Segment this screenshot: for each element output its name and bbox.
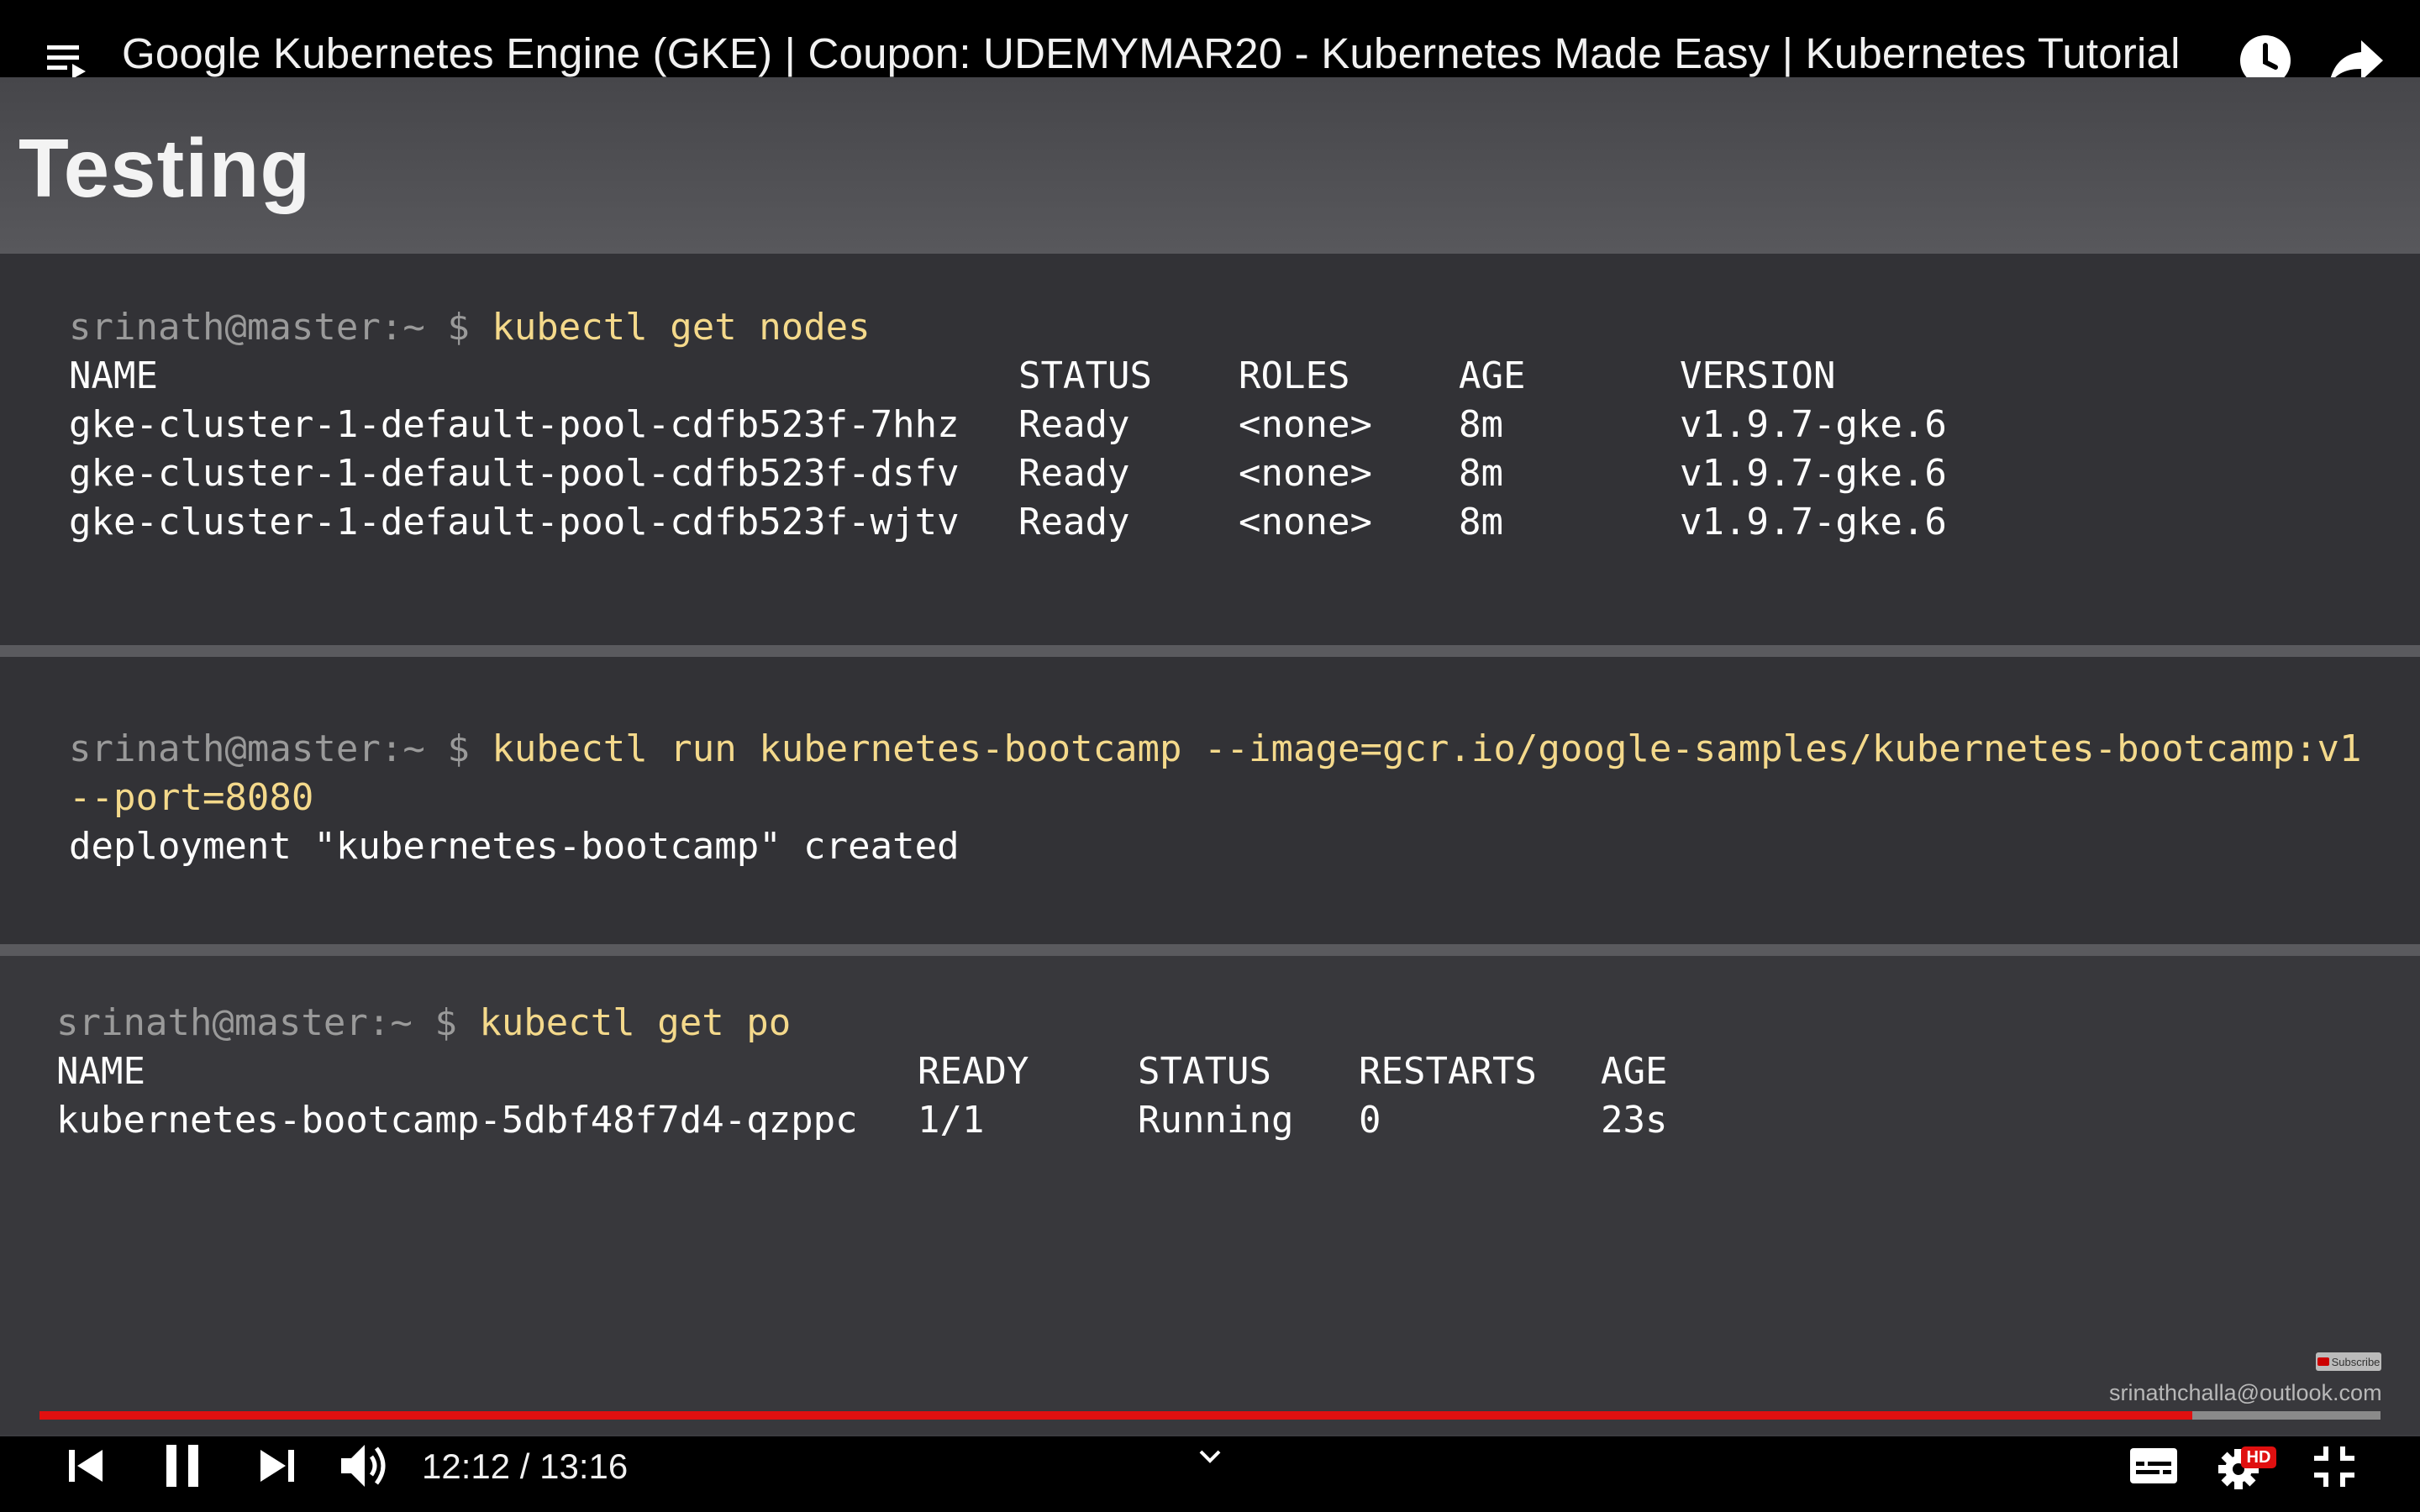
volume-icon[interactable] xyxy=(339,1441,393,1490)
node-version: v1.9.7-gke.6 xyxy=(1680,452,1947,495)
panel-divider xyxy=(0,944,2420,956)
column-header: NAME xyxy=(69,354,158,397)
command-line: srinath@master:~ $ kubectl run kubernete… xyxy=(69,726,2362,773)
pod-name: kubernetes-bootcamp-5dbf48f7d4-qzppc xyxy=(56,1099,858,1142)
node-status: Ready xyxy=(1018,501,1130,543)
subscribe-label: Subscribe xyxy=(2331,1355,2381,1368)
terminal-panel-get-nodes: srinath@master:~ $ kubectl get nodes NAM… xyxy=(0,254,2420,645)
command-line: srinath@master:~ $ kubectl get po xyxy=(56,1000,791,1047)
command: kubectl get po xyxy=(479,1001,792,1044)
column-header: RESTARTS xyxy=(1359,1050,1537,1093)
subtitles-icon[interactable] xyxy=(2129,1446,2178,1485)
column-header: VERSION xyxy=(1680,354,1836,397)
playlist-icon[interactable] xyxy=(45,40,92,82)
table-row: gke-cluster-1-default-pool-cdfb523f-dsfv… xyxy=(69,450,2086,497)
prompt: srinath@master:~ $ xyxy=(56,1001,457,1044)
email-watermark: srinathchalla@outlook.com xyxy=(2109,1380,2382,1405)
node-roles: <none> xyxy=(1239,452,1372,495)
node-version: v1.9.7-gke.6 xyxy=(1680,403,1947,446)
node-age: 8m xyxy=(1459,452,1503,495)
command: kubectl run kubernetes-bootcamp --image=… xyxy=(492,727,2362,770)
table-row: gke-cluster-1-default-pool-cdfb523f-wjtv… xyxy=(69,499,2086,546)
column-header: NAME xyxy=(56,1050,145,1093)
node-status: Ready xyxy=(1018,452,1130,495)
command-output: deployment "kubernetes-bootcamp" created xyxy=(69,825,960,868)
panel-divider xyxy=(0,645,2420,657)
node-roles: <none> xyxy=(1239,501,1372,543)
table-header: NAME READY STATUS RESTARTS AGE xyxy=(56,1048,2073,1095)
prompt: srinath@master:~ $ xyxy=(69,306,470,349)
node-name: gke-cluster-1-default-pool-cdfb523f-7hhz xyxy=(69,403,960,446)
youtube-logo-icon xyxy=(2317,1357,2329,1366)
node-roles: <none> xyxy=(1239,403,1372,446)
subscribe-badge[interactable]: Subscribe xyxy=(2316,1352,2381,1371)
node-name: gke-cluster-1-default-pool-cdfb523f-dsfv xyxy=(69,452,960,495)
table-row: kubernetes-bootcamp-5dbf48f7d4-qzppc 1/1… xyxy=(56,1097,2073,1144)
pod-ready: 1/1 xyxy=(918,1099,985,1142)
node-age: 8m xyxy=(1459,501,1503,543)
command-line: srinath@master:~ $ kubectl get nodes xyxy=(69,304,871,351)
next-icon[interactable] xyxy=(259,1446,296,1485)
node-name: gke-cluster-1-default-pool-cdfb523f-wjtv xyxy=(69,501,960,543)
progress-bar[interactable] xyxy=(39,1411,2381,1420)
pause-icon[interactable] xyxy=(163,1443,202,1488)
progress-played xyxy=(39,1411,2192,1420)
video-title[interactable]: Google Kubernetes Engine (GKE) | Coupon:… xyxy=(122,29,2181,78)
title-bar: Google Kubernetes Engine (GKE) | Coupon:… xyxy=(0,0,2420,86)
previous-icon[interactable] xyxy=(67,1446,104,1485)
terminal-panel-kubectl-run: srinath@master:~ $ kubectl run kubernete… xyxy=(0,657,2420,944)
terminal-panel-get-po: srinath@master:~ $ kubectl get po NAME R… xyxy=(0,956,2420,1435)
table-row: gke-cluster-1-default-pool-cdfb523f-7hhz… xyxy=(69,402,2086,449)
pod-age: 23s xyxy=(1601,1099,1668,1142)
table-header: NAME STATUS ROLES AGE VERSION xyxy=(69,353,2086,400)
hd-badge: HD xyxy=(2241,1446,2276,1468)
time-display: 12:12 / 13:16 xyxy=(422,1446,629,1486)
pod-restarts: 0 xyxy=(1359,1099,1381,1142)
column-header: STATUS xyxy=(1018,354,1152,397)
slide-header: Testing xyxy=(0,77,2420,254)
node-status: Ready xyxy=(1018,403,1130,446)
column-header: STATUS xyxy=(1138,1050,1271,1093)
column-header: AGE xyxy=(1459,354,1526,397)
command: kubectl get nodes xyxy=(492,306,871,349)
column-header: AGE xyxy=(1601,1050,1668,1093)
pod-status: Running xyxy=(1138,1099,1294,1142)
chevron-down-icon[interactable] xyxy=(1197,1446,1223,1467)
command-continuation: --port=8080 xyxy=(69,776,314,819)
column-header: READY xyxy=(918,1050,1029,1093)
prompt: srinath@master:~ $ xyxy=(69,727,470,770)
exit-fullscreen-icon[interactable] xyxy=(2312,1445,2356,1488)
slide-title: Testing xyxy=(18,122,312,214)
node-age: 8m xyxy=(1459,403,1503,446)
column-header: ROLES xyxy=(1239,354,1350,397)
node-version: v1.9.7-gke.6 xyxy=(1680,501,1947,543)
